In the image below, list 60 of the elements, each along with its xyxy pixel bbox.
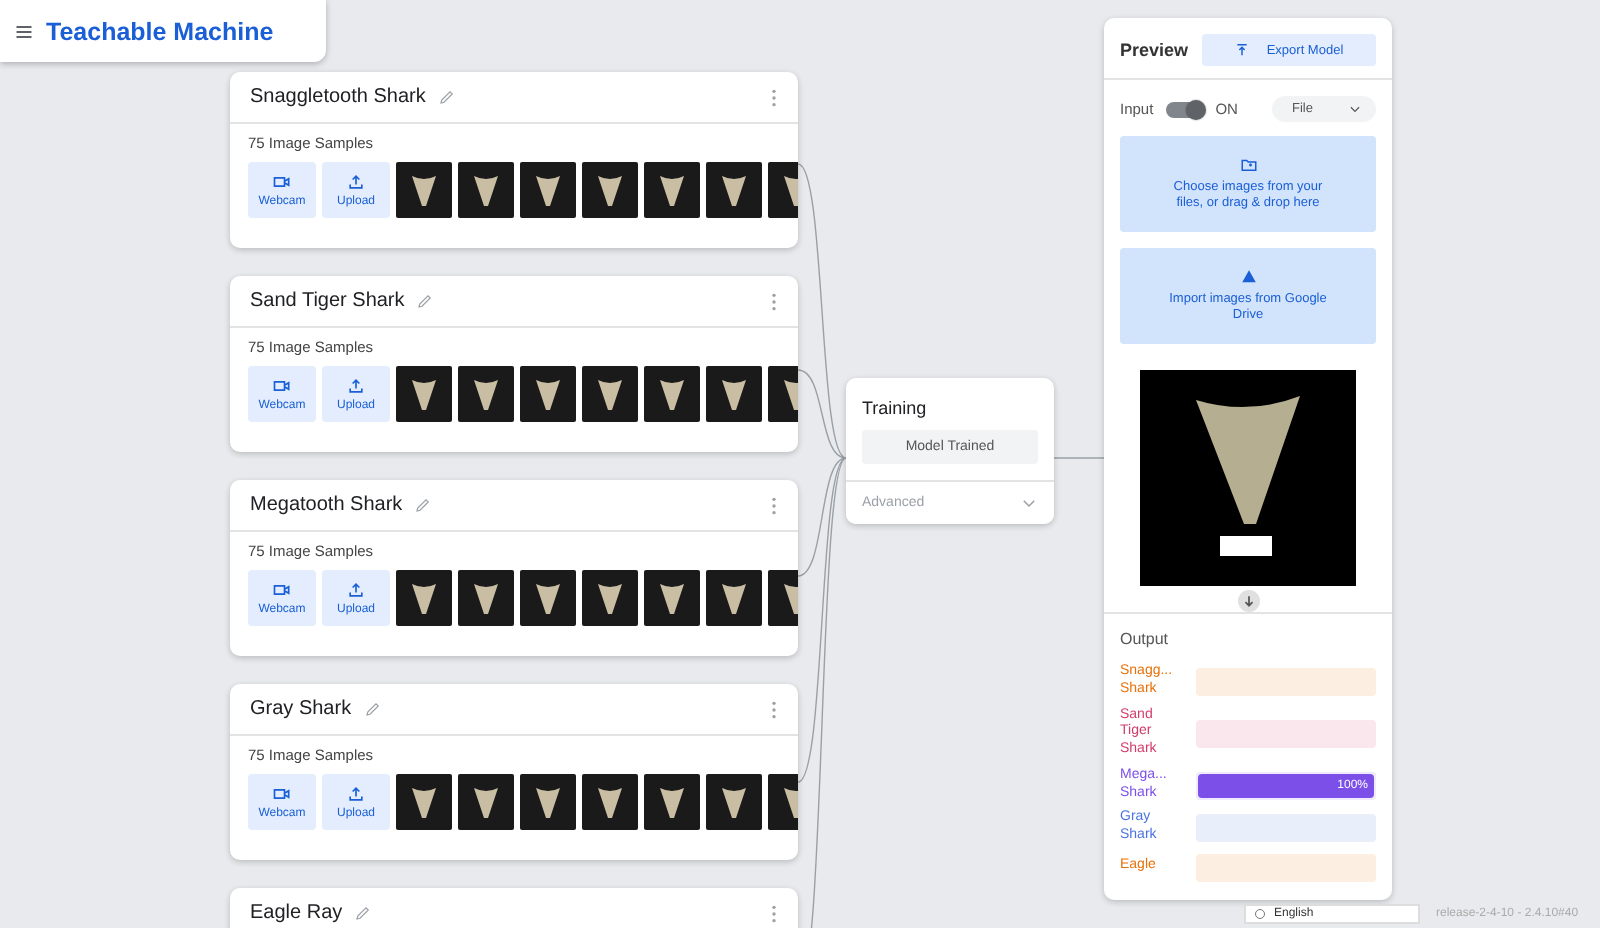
class-name: Megatooth Shark [250, 494, 403, 516]
training-title: Training [860, 396, 929, 422]
photo-placeholder [458, 366, 514, 422]
photo-placeholder [644, 570, 700, 626]
folder-icon [1239, 155, 1257, 174]
more-icon [770, 495, 778, 515]
upload-icon [346, 784, 366, 804]
more-icon [770, 291, 778, 311]
class-name: Sand Tiger Shark [250, 290, 405, 312]
pencil-icon [416, 292, 435, 310]
photo-placeholder [520, 162, 576, 218]
output-title: Output [1104, 612, 1392, 660]
video-camera-icon [272, 172, 292, 192]
preview-title: Preview [1120, 40, 1189, 60]
upload-icon [346, 376, 366, 396]
class-name: Gray Shark [250, 698, 352, 720]
photo-placeholder [396, 570, 452, 626]
more-icon [770, 903, 778, 923]
photo-placeholder [458, 774, 514, 830]
photo-placeholder [644, 774, 700, 830]
photo-placeholder [396, 162, 452, 218]
photo-placeholder [520, 774, 576, 830]
upload-icon [346, 172, 366, 192]
chevron-icon [1020, 494, 1038, 512]
photo-placeholder [458, 570, 514, 626]
class-name: Eagle Ray [250, 902, 343, 924]
pencil-icon [363, 700, 382, 718]
more-icon [770, 699, 778, 719]
triangle-icon [1239, 267, 1257, 286]
arrow-down-icon [1237, 590, 1259, 612]
chevron-icon [1348, 102, 1362, 116]
video-camera-icon [272, 784, 292, 804]
photo-placeholder [520, 570, 576, 626]
pencil-icon [354, 904, 373, 922]
photo-placeholder [582, 570, 638, 626]
photo-placeholder [520, 366, 576, 422]
photo-placeholder [706, 774, 762, 830]
more-icon [770, 87, 778, 107]
class-name: Snaggletooth Shark [250, 86, 426, 108]
menu-icon [14, 21, 34, 41]
photo-placeholder [396, 774, 452, 830]
photo-placeholder [582, 162, 638, 218]
photo-placeholder [706, 570, 762, 626]
photo-placeholder [644, 366, 700, 422]
pencil-icon [437, 88, 456, 106]
export-icon [1234, 42, 1251, 58]
video-camera-icon [272, 376, 292, 396]
photo-placeholder [582, 774, 638, 830]
photo-placeholder [706, 162, 762, 218]
photo-placeholder [644, 162, 700, 218]
input-toggle[interactable] [1165, 101, 1204, 117]
video-camera-icon [272, 580, 292, 600]
pencil-icon [414, 496, 433, 514]
app-title: Teachable Machine [46, 17, 274, 45]
upload-icon [346, 580, 366, 600]
photo-placeholder [396, 366, 452, 422]
photo-placeholder [706, 366, 762, 422]
photo-placeholder [458, 162, 514, 218]
photo-placeholder [582, 366, 638, 422]
connector-line [1053, 457, 1104, 459]
